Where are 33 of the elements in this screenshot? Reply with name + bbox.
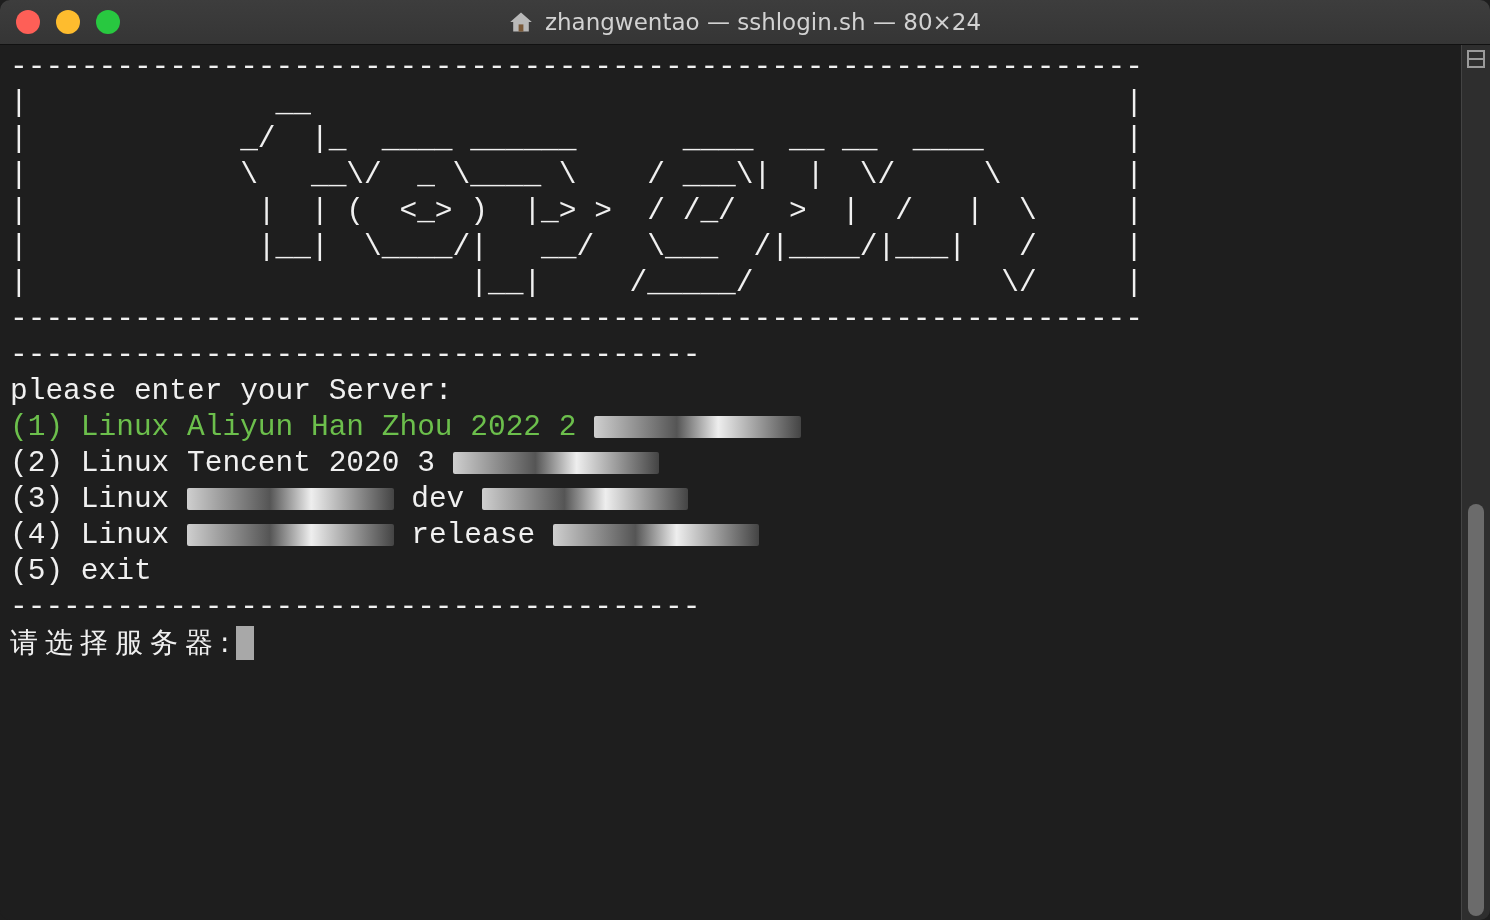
option-text: dev	[411, 481, 465, 517]
banner-line: | |__| \____/| __/ \___ /|____/|___| / |	[10, 229, 1144, 265]
option-number: (3)	[10, 481, 64, 517]
window-title: zhangwentao — sshlogin.sh — 80×24	[544, 9, 982, 35]
banner-line: | _/ |_ ____ ______ ____ __ __ ____ |	[10, 121, 1144, 157]
scroll-thumb[interactable]	[1468, 504, 1484, 916]
option-text: Linux Aliyun Han Zhou 2022 2	[80, 409, 577, 445]
option-number: (4)	[10, 517, 64, 553]
banner-line: | \ __\/ _ \____ \ / ___\| | \/ \ |	[10, 157, 1144, 193]
zoom-button[interactable]	[96, 10, 120, 34]
option-text: Linux	[80, 481, 170, 517]
text-cursor	[236, 626, 255, 660]
option-text: exit	[80, 553, 152, 589]
banner-line: | |__| /_____/ \/ |	[10, 265, 1144, 301]
option-number: (5)	[10, 553, 64, 589]
option-text: Linux Tencent 2020 3	[80, 445, 435, 481]
close-button[interactable]	[16, 10, 40, 34]
banner-line: ----------------------------------------------------------------	[10, 49, 1144, 85]
banner-line: | | | ( <_> ) |_> > / /_/ > | / | \ |	[10, 193, 1144, 229]
option-number: (1)	[10, 409, 64, 445]
prompt-heading: please enter your Server:	[10, 373, 454, 409]
separator-line: ---------------------------------------	[10, 589, 702, 625]
scrollbar[interactable]	[1461, 45, 1490, 920]
split-pane-icon[interactable]	[1466, 49, 1486, 69]
prompt-text: 请选择服务器:	[10, 625, 237, 661]
option-number: (2)	[10, 445, 64, 481]
banner-line: ---------------------------------------	[10, 337, 702, 373]
house-icon	[508, 10, 533, 34]
option-text: release	[411, 517, 536, 553]
banner-line: | __ |	[10, 85, 1144, 121]
option-text: Linux	[80, 517, 170, 553]
minimize-button[interactable]	[56, 10, 80, 34]
banner-line: ----------------------------------------------------------------	[10, 301, 1144, 337]
